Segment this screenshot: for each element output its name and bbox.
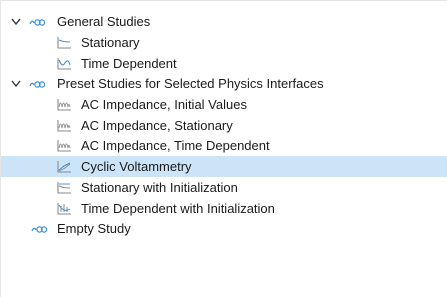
tree-item-ac-impedance-initial[interactable]: AC Impedance, Initial Values [1,94,447,115]
tree-item-label: Stationary [81,35,140,50]
tree-item-stationary[interactable]: Stationary [1,32,447,53]
tree-item-ac-impedance-stationary[interactable]: AC Impedance, Stationary [1,115,447,136]
tree-item-label: AC Impedance, Initial Values [81,97,247,112]
study-group-icon [31,226,47,233]
tree-item-label: Stationary with Initialization [81,180,238,195]
ac-impedance-icon [57,140,71,152]
chevron-down-icon[interactable] [11,79,21,88]
study-group-icon [29,19,45,26]
ac-impedance-icon [57,99,71,111]
stationary-study-icon [57,37,71,49]
tree-item-label: Time Dependent [81,56,177,71]
tree-node-general-studies[interactable]: General Studies [1,11,447,32]
tree-item-time-dependent[interactable]: Time Dependent [1,53,447,74]
time-dependent-init-icon [57,203,71,215]
time-dependent-study-icon [57,58,71,70]
tree-node-empty-study[interactable]: Empty Study [1,218,447,239]
tree-item-label: AC Impedance, Time Dependent [81,138,270,153]
tree-node-label: Preset Studies for Selected Physics Inte… [57,76,324,91]
tree-item-label: Cyclic Voltammetry [81,159,192,174]
tree-item-ac-impedance-time-dependent[interactable]: AC Impedance, Time Dependent [1,135,447,156]
chevron-down-icon[interactable] [11,17,21,26]
tree-node-label: Empty Study [57,221,131,236]
cyclic-voltammetry-icon [57,161,71,173]
tree-item-time-dependent-init[interactable]: Time Dependent with Initialization [1,198,447,219]
study-tree: General Studies Stationary Time Dependen… [0,0,447,297]
tree-node-label: General Studies [57,14,151,29]
tree-item-stationary-init[interactable]: Stationary with Initialization [1,177,447,198]
ac-impedance-icon [57,120,71,132]
stationary-init-icon [57,182,71,194]
tree-item-cyclic-voltammetry[interactable]: Cyclic Voltammetry [1,156,447,177]
tree-item-label: AC Impedance, Stationary [81,118,233,133]
tree-node-preset-studies[interactable]: Preset Studies for Selected Physics Inte… [1,73,447,94]
study-group-icon [29,81,45,88]
tree-item-label: Time Dependent with Initialization [81,201,275,216]
